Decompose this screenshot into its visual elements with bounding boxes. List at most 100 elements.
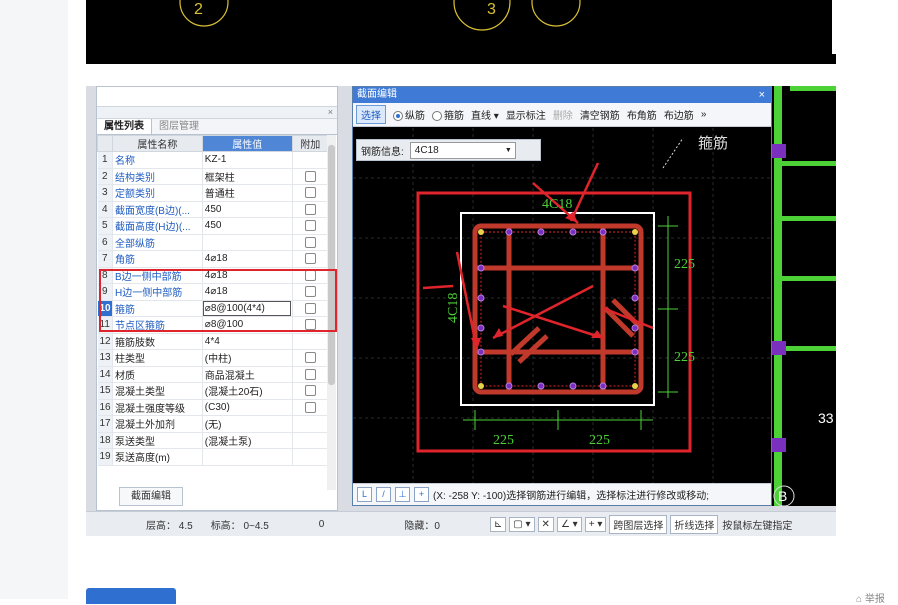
report-link[interactable]: ⌂ 举报 xyxy=(856,590,885,605)
more-tools-icon[interactable]: » xyxy=(701,109,707,120)
attach-cell xyxy=(292,432,330,449)
table-row[interactable]: 17 混凝土外加剂 (无) xyxy=(97,415,330,433)
section-drawing[interactable]: 箍筋 4C18 4C18 225 225 225 225 xyxy=(353,128,771,484)
panel-top-strip xyxy=(97,87,337,107)
row-index: 5 xyxy=(97,217,113,235)
property-value[interactable]: 4*4 xyxy=(202,333,293,350)
property-value[interactable]: 商品混凝土 xyxy=(202,366,293,383)
table-row[interactable]: 7 角筋 4⌀18 xyxy=(97,250,330,268)
tab-layer-management[interactable]: 图层管理 xyxy=(152,119,206,134)
attach-checkbox[interactable] xyxy=(304,236,316,248)
page-gutter xyxy=(0,0,68,599)
attach-checkbox[interactable] xyxy=(304,368,316,380)
main-statusbar: 层高： 4.5 标高： 0~4.5 0 隐藏：0 ⊾ ▢ ▾ ✕ ∠ ▾ + ▾… xyxy=(86,511,836,536)
radio-stirrup-label: 箍筋 xyxy=(444,111,464,122)
property-value[interactable]: (混凝土20石) xyxy=(202,382,293,400)
section-edit-button[interactable]: 截面编辑 xyxy=(119,487,183,506)
property-value[interactable]: (中柱) xyxy=(202,349,293,367)
select-box-icon[interactable]: ▢ ▾ xyxy=(509,516,535,532)
property-name: 箍筋肢数 xyxy=(112,333,203,350)
table-row[interactable]: 2 结构类别 框架柱 xyxy=(97,168,330,185)
property-value[interactable] xyxy=(202,448,293,466)
property-value[interactable]: 普通柱 xyxy=(202,184,293,202)
property-value[interactable]: KZ-1 xyxy=(202,151,293,169)
select-button[interactable]: 选择 xyxy=(356,105,386,124)
property-value[interactable]: 450 xyxy=(202,201,293,218)
corner-rebar-button[interactable]: 布角筋 xyxy=(627,107,657,122)
editor-titlebar: 截面编辑 × xyxy=(353,87,771,103)
snap-plus-icon[interactable]: + xyxy=(414,487,429,502)
polyline-select-button[interactable]: 折线选择 xyxy=(670,514,719,534)
attach-checkbox[interactable] xyxy=(304,220,316,232)
attach-cell xyxy=(292,448,330,466)
table-row[interactable]: 19 泵送高度(m) xyxy=(97,448,330,466)
cross-layer-select-button[interactable]: 跨图层选择 xyxy=(609,514,668,534)
slash-icon[interactable]: / xyxy=(376,487,391,502)
tab-property-list[interactable]: 属性列表 xyxy=(97,119,152,134)
table-row[interactable]: 12 箍筋肢数 4*4 xyxy=(97,333,330,350)
table-row[interactable]: 4 截面宽度(B边)(... 450 xyxy=(97,201,330,218)
snap-icon[interactable]: + ▾ xyxy=(584,516,607,532)
statusbar-hint: 按鼠标左键指定 xyxy=(722,520,793,532)
cross-icon[interactable]: ✕ xyxy=(537,516,554,532)
property-value[interactable]: (混凝土泵) xyxy=(202,432,293,449)
editor-title: 截面编辑 xyxy=(357,89,397,100)
perpendicular-icon[interactable]: ⊥ xyxy=(395,487,410,502)
ortho-toggle-icon[interactable]: ⊾ xyxy=(489,516,507,532)
show-label-button[interactable]: 显示标注 xyxy=(506,107,546,122)
property-value[interactable]: (无) xyxy=(202,415,293,433)
attach-checkbox[interactable] xyxy=(304,203,316,215)
radio-off-icon xyxy=(432,111,442,122)
col-property-name: 属性名称 xyxy=(111,135,203,152)
property-value[interactable] xyxy=(202,234,293,251)
property-value[interactable]: (C30) xyxy=(202,399,293,416)
radio-stirrup[interactable]: 箍筋 xyxy=(432,107,464,122)
dim-right-top: 225 xyxy=(674,257,695,272)
property-value[interactable]: 450 xyxy=(202,217,293,235)
editor-close-icon[interactable]: × xyxy=(759,87,765,103)
table-row[interactable]: 3 定额类别 普通柱 xyxy=(97,184,330,202)
close-icon[interactable]: × xyxy=(328,107,333,118)
page-primary-button[interactable] xyxy=(86,588,176,604)
property-name: 结构类别 xyxy=(112,168,203,185)
ortho-icon[interactable]: L xyxy=(357,487,372,502)
cad-canvas-top[interactable]: 2 3 xyxy=(86,0,836,64)
table-row[interactable]: 13 柱类型 (中柱) xyxy=(97,349,330,367)
row-index: 14 xyxy=(97,366,113,383)
radio-longitudinal[interactable]: 纵筋 xyxy=(393,107,425,122)
stirrup-label: 箍筋 xyxy=(698,135,728,152)
table-row[interactable]: 1 名称 KZ-1 xyxy=(97,151,330,169)
attach-checkbox[interactable] xyxy=(304,401,316,413)
properties-panel: × 属性列表 图层管理 属性名称 属性值 附加 1 名称 KZ-1 2 结构类别 框架柱 3… xyxy=(96,86,338,511)
rebar-info-label: 钢筋信息: xyxy=(361,146,404,158)
cad-canvas-right[interactable]: B 33 xyxy=(772,86,836,506)
rebar-info-value: 4C18 xyxy=(414,144,439,156)
clear-rebar-button[interactable]: 清空钢筋 xyxy=(580,107,620,122)
table-row[interactable]: 16 混凝土强度等级 (C30) xyxy=(97,399,330,416)
row-index: 13 xyxy=(97,349,113,367)
attach-checkbox[interactable] xyxy=(304,253,316,265)
delete-button[interactable]: 删除 xyxy=(553,107,573,122)
attach-checkbox[interactable] xyxy=(304,352,316,364)
scroll-thumb[interactable] xyxy=(328,145,335,385)
attach-checkbox[interactable] xyxy=(304,170,316,182)
table-row[interactable]: 14 材质 商品混凝土 xyxy=(97,366,330,383)
row-index: 6 xyxy=(97,234,113,251)
attach-cell xyxy=(292,349,330,367)
property-name: 角筋 xyxy=(112,250,203,268)
table-row[interactable]: 6 全部纵筋 xyxy=(97,234,330,251)
rebar-info-select[interactable]: 4C18 ▼ xyxy=(409,141,516,159)
property-name: 截面高度(H边)(... xyxy=(112,217,203,235)
axis-label-2: 2 xyxy=(194,1,203,18)
attach-cell xyxy=(292,184,330,202)
table-row[interactable]: 18 泵送类型 (混凝土泵) xyxy=(97,432,330,449)
line-dropdown[interactable]: 直线 ▾ xyxy=(471,107,499,122)
edge-rebar-button[interactable]: 布边筋 xyxy=(664,107,694,122)
angle-icon[interactable]: ∠ ▾ xyxy=(556,516,582,532)
property-value[interactable]: 框架柱 xyxy=(202,168,293,185)
attach-checkbox[interactable] xyxy=(304,187,316,199)
table-row[interactable]: 5 截面高度(H边)(... 450 xyxy=(97,217,330,235)
table-row[interactable]: 15 混凝土类型 (混凝土20石) xyxy=(97,382,330,400)
property-value[interactable]: 4⌀18 xyxy=(202,250,293,268)
attach-checkbox[interactable] xyxy=(304,385,316,397)
